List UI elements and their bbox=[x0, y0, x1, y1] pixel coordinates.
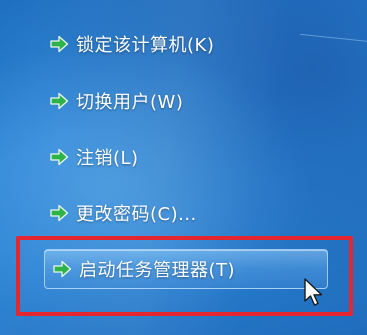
log-off-option[interactable]: 注销(L) bbox=[48, 142, 139, 172]
green-arrow-icon bbox=[48, 204, 70, 222]
start-task-manager-label: 启动任务管理器(T) bbox=[79, 260, 236, 281]
switch-user-option[interactable]: 切换用户(W) bbox=[48, 86, 183, 116]
green-arrow-icon bbox=[51, 260, 73, 278]
green-arrow-icon bbox=[48, 148, 70, 166]
log-off-label: 注销(L) bbox=[76, 148, 139, 169]
lock-computer-label: 锁定该计算机(K) bbox=[76, 35, 215, 56]
change-password-label: 更改密码(C)... bbox=[76, 204, 197, 225]
mouse-pointer-icon bbox=[303, 278, 325, 308]
green-arrow-icon bbox=[48, 35, 70, 53]
lock-computer-option[interactable]: 锁定该计算机(K) bbox=[48, 29, 214, 59]
change-password-option[interactable]: 更改密码(C)... bbox=[48, 198, 197, 228]
switch-user-label: 切换用户(W) bbox=[76, 92, 184, 113]
green-arrow-icon bbox=[48, 92, 70, 110]
start-task-manager-option[interactable]: 启动任务管理器(T) bbox=[44, 249, 328, 289]
